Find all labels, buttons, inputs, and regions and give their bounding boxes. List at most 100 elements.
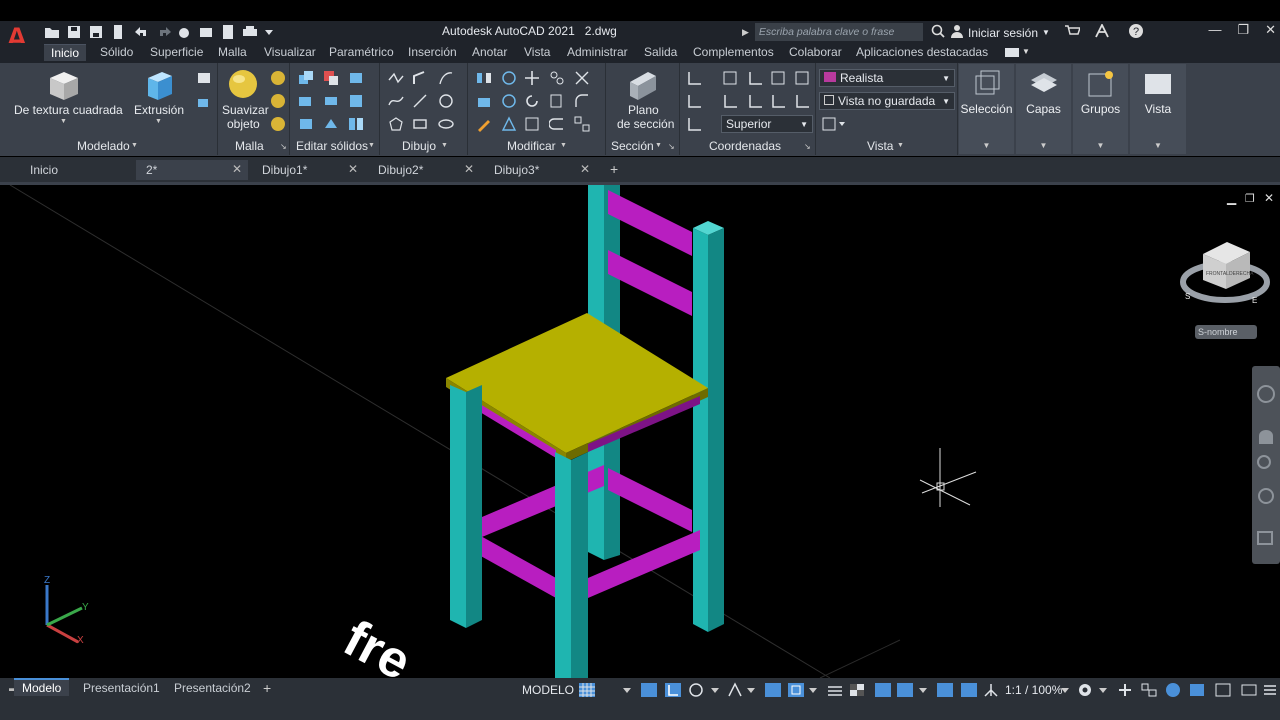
offset-icon[interactable]	[548, 116, 565, 135]
mesh-crease-icon[interactable]	[270, 116, 286, 135]
panel-title-malla[interactable]: Malla	[235, 139, 264, 153]
object-snap-tracking-icon[interactable]	[764, 682, 782, 698]
pan-hand-icon[interactable]	[1259, 430, 1273, 444]
share-icon[interactable]	[176, 24, 192, 40]
tab-salida[interactable]: Salida	[644, 45, 677, 59]
transparency-icon[interactable]	[848, 682, 866, 698]
viewport-close-icon[interactable]: ✕	[1264, 191, 1274, 205]
array-icon[interactable]	[574, 116, 590, 135]
doc-tab-dibujo3[interactable]: Dibujo3* ✕	[484, 160, 596, 180]
new-tab-plus-icon[interactable]: +	[610, 161, 618, 177]
tab-vista[interactable]: Vista	[524, 45, 550, 59]
selection-cycling-icon[interactable]	[874, 682, 892, 698]
doc-tab-dibujo2[interactable]: Dibujo2* ✕	[368, 160, 480, 180]
interfere-icon[interactable]	[298, 116, 314, 135]
tab-insercion[interactable]: Inserción	[408, 45, 457, 59]
chevron-down-icon[interactable]: ▼	[1022, 47, 1030, 56]
erase-icon[interactable]	[476, 116, 492, 135]
doc-tab-dibujo1[interactable]: Dibujo1* ✕	[252, 160, 364, 180]
customize-qat-icon[interactable]	[264, 24, 280, 40]
close-icon[interactable]: ✕	[1265, 22, 1276, 38]
tab-superficie[interactable]: Superficie	[150, 45, 203, 59]
scale-3d-icon[interactable]	[501, 116, 517, 135]
3d-move-icon[interactable]	[501, 70, 517, 89]
annotation-scale[interactable]: 1:1 / 100%	[1005, 683, 1062, 697]
panel-title-dibujo[interactable]: Dibujo	[402, 139, 436, 153]
ucs-icon-toggle[interactable]	[686, 70, 704, 89]
layout-tab-presentacion1[interactable]: Presentación1	[75, 680, 168, 696]
infer-constraints-icon[interactable]	[640, 682, 658, 698]
grid-icon[interactable]	[578, 682, 596, 698]
extrude-button-label[interactable]: Extrusión	[134, 103, 184, 117]
customize-menu-icon[interactable]	[1262, 682, 1280, 698]
circle-icon[interactable]	[438, 93, 454, 112]
ribbon-minimize-toggle[interactable]	[1005, 48, 1019, 57]
box-icon[interactable]	[46, 68, 80, 105]
rectangle-icon[interactable]	[412, 116, 428, 135]
new-sheet-icon[interactable]	[220, 24, 236, 40]
viewport-minimize-icon[interactable]: ▁	[1226, 191, 1237, 205]
layers-icon[interactable]	[198, 24, 214, 40]
ellipse-icon[interactable]	[438, 116, 454, 135]
doc-tab-2[interactable]: 2* ✕	[136, 160, 248, 180]
ucs-x-icon[interactable]	[794, 70, 810, 89]
chevron-down-icon[interactable]	[622, 682, 640, 698]
workspace-switch-icon[interactable]	[1188, 682, 1206, 698]
subtract-icon[interactable]	[323, 70, 339, 89]
dialog-launcher-icon[interactable]: ↘	[668, 142, 675, 151]
panel-title-modelado[interactable]: Modelado	[77, 139, 130, 153]
panel-title-modificar[interactable]: Modificar	[507, 139, 556, 153]
dialog-launcher-icon[interactable]: ↘	[280, 142, 287, 151]
undo-icon[interactable]	[132, 24, 148, 40]
tab-malla[interactable]: Malla	[218, 45, 247, 59]
layout-tab-modelo[interactable]: Modelo	[14, 678, 70, 696]
clean-screen-icon[interactable]	[1214, 682, 1232, 698]
stretch-icon[interactable]	[549, 93, 565, 112]
close-tab-icon[interactable]: ✕	[232, 162, 242, 176]
sign-in-button[interactable]: Iniciar sesión ▼	[950, 24, 1050, 41]
vista-panel-button[interactable]: Vista ▼	[1130, 64, 1186, 154]
panel-title-editar[interactable]: Editar sólidos	[296, 139, 368, 153]
save-icon[interactable]	[66, 24, 82, 40]
close-tab-icon[interactable]: ✕	[580, 162, 590, 176]
hardware-acceleration-icon[interactable]	[1164, 682, 1182, 698]
polysolid-icon[interactable]	[412, 70, 428, 89]
tab-inicio[interactable]: Inicio	[44, 44, 87, 61]
ucs-object-icon[interactable]	[722, 93, 738, 112]
gear-icon[interactable]	[1076, 682, 1094, 698]
3d-array-icon[interactable]	[476, 93, 492, 112]
3d-object-snap-icon[interactable]	[896, 682, 914, 698]
panel-title-seccion[interactable]: Sección	[611, 139, 654, 153]
object-snap-icon[interactable]	[787, 682, 805, 698]
move-icon[interactable]	[524, 70, 540, 89]
dialog-launcher-icon[interactable]: ↘	[804, 142, 811, 151]
trim-icon[interactable]	[574, 70, 590, 89]
smooth-object-label-1[interactable]: Suavizar	[222, 103, 269, 117]
spline-icon[interactable]	[388, 93, 404, 112]
smooth-icon[interactable]	[196, 93, 212, 112]
panel-title-coordenadas[interactable]: Coordenadas	[709, 139, 781, 153]
presspull-icon[interactable]	[196, 70, 212, 89]
ucs-y-icon[interactable]	[794, 93, 810, 112]
gizmo-icon[interactable]	[982, 682, 1000, 698]
minimize-icon[interactable]: —	[1208, 22, 1221, 38]
open-folder-icon[interactable]	[44, 24, 60, 40]
plus-icon[interactable]	[1116, 682, 1134, 698]
autodesk-app-icon[interactable]	[1094, 22, 1114, 41]
mesh-sphere-icon[interactable]	[270, 70, 286, 89]
close-tab-icon[interactable]: ✕	[348, 162, 358, 176]
smooth-object-label-2[interactable]: objeto	[227, 117, 260, 131]
polar-tracking-icon[interactable]	[688, 682, 706, 698]
arc-icon[interactable]	[438, 70, 454, 89]
ucs-3point-icon[interactable]	[770, 70, 786, 89]
fillet-icon[interactable]	[574, 93, 590, 112]
close-tab-icon[interactable]: ✕	[464, 162, 474, 176]
grupos-panel-button[interactable]: Grupos ▼	[1073, 64, 1128, 154]
model-space-button[interactable]: MODELO	[522, 683, 574, 697]
viewport-restore-icon[interactable]: ❐	[1245, 192, 1255, 205]
add-layout-icon[interactable]: +	[263, 680, 271, 696]
extrude-icon[interactable]	[142, 68, 176, 105]
shell-icon[interactable]	[323, 116, 339, 135]
separate-icon[interactable]	[348, 116, 364, 135]
tab-administrar[interactable]: Administrar	[567, 45, 628, 59]
